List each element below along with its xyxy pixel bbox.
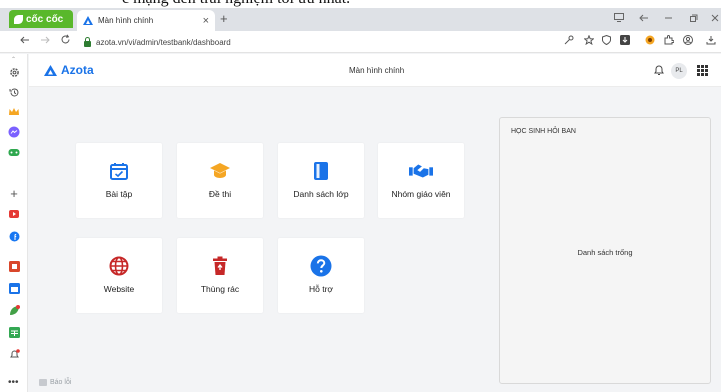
- help-circle-icon: [309, 254, 333, 278]
- report-flag-icon: [39, 379, 47, 386]
- profile-icon[interactable]: [683, 35, 693, 48]
- leaf-app-icon[interactable]: [8, 304, 20, 316]
- browser-sidebar: ⌃ +: [0, 54, 28, 392]
- tile-label: Hỗ trợ: [309, 284, 333, 294]
- screen: c mạng đến trải nghiệm tối ưu nhất. cốc …: [0, 0, 721, 392]
- back-button[interactable]: [20, 34, 30, 48]
- tile-thung-rac[interactable]: Thùng rác: [177, 238, 263, 313]
- brand-label: cốc cốc: [26, 13, 64, 25]
- settings-gear-icon[interactable]: [8, 66, 20, 78]
- empty-list-text: Danh sách trống: [577, 248, 633, 257]
- lock-icon: [84, 36, 91, 47]
- tile-label: Đề thi: [208, 189, 232, 199]
- calendar-check-icon: [107, 159, 131, 183]
- tab-search-icon[interactable]: [614, 13, 624, 25]
- tile-label: Website: [103, 284, 135, 294]
- office-app-icon[interactable]: [8, 260, 20, 272]
- page-caption: c mạng đến trải nghiệm tối ưu nhất.: [0, 0, 721, 8]
- calendar-app-icon[interactable]: [8, 282, 20, 294]
- book-icon: [309, 159, 333, 183]
- facebook-icon[interactable]: [8, 230, 20, 242]
- logo-text: Azota: [61, 63, 94, 77]
- tile-de-thi[interactable]: Đề thi: [177, 143, 263, 218]
- avatar[interactable]: PL: [671, 63, 687, 79]
- key-icon[interactable]: [564, 35, 574, 48]
- tab-title: Màn hình chính: [98, 16, 154, 25]
- puzzle-extensions-icon[interactable]: [664, 35, 675, 48]
- tile-ho-tro[interactable]: Hỗ trợ: [278, 238, 364, 313]
- back-arrow-icon[interactable]: [639, 13, 649, 25]
- azota-favicon-icon: [83, 16, 93, 25]
- close-window-icon[interactable]: [711, 13, 719, 25]
- tab-close-icon[interactable]: ×: [203, 15, 209, 27]
- azota-logo-icon: [44, 64, 57, 76]
- url-text: azota.vn/vi/admin/testbank/dashboard: [96, 38, 231, 47]
- downloads-tray-icon[interactable]: [706, 35, 716, 48]
- history-icon[interactable]: [8, 86, 20, 98]
- coccoc-logo-icon: [14, 14, 23, 24]
- sidebar-more-icon[interactable]: •••: [8, 377, 19, 388]
- app-header: Azota Màn hình chính PL: [29, 54, 721, 87]
- url-field[interactable]: azota.vn/vi/admin/testbank/dashboard: [84, 36, 231, 47]
- caption-text: c mạng đến trải nghiệm tối ưu nhất.: [122, 0, 350, 8]
- header-bell-icon[interactable]: [654, 63, 664, 81]
- crown-icon[interactable]: [8, 106, 20, 118]
- handshake-icon: [409, 159, 433, 183]
- browser-tab-active[interactable]: Màn hình chính ×: [77, 10, 215, 31]
- student-questions-panel: HỌC SINH HỎI BAN Danh sách trống: [499, 117, 711, 384]
- bookmark-star-icon[interactable]: [583, 34, 595, 48]
- tile-label: Thùng rác: [200, 284, 240, 294]
- tile-label: Danh sách lớp: [293, 189, 349, 199]
- reload-button[interactable]: [60, 34, 71, 48]
- extension-circle-icon[interactable]: [645, 35, 655, 48]
- globe-icon: [107, 254, 131, 278]
- minimize-icon[interactable]: [664, 13, 673, 25]
- page-title: Màn hình chính: [349, 66, 405, 75]
- azota-logo[interactable]: Azota: [44, 63, 94, 77]
- add-sidebar-item-icon[interactable]: +: [8, 186, 20, 201]
- sheets-app-icon[interactable]: [8, 326, 20, 338]
- restore-icon[interactable]: [689, 13, 698, 25]
- trash-icon: [208, 254, 232, 278]
- tile-label: Nhóm giáo viên: [391, 189, 451, 199]
- sidebar-collapse-icon[interactable]: ⌃: [11, 56, 16, 63]
- download-icon[interactable]: [620, 35, 630, 48]
- tile-label: Bài tập: [105, 189, 133, 199]
- gamepad-icon[interactable]: [8, 146, 20, 158]
- notification-bell-icon[interactable]: [8, 348, 20, 360]
- report-label: Báo lỗi: [50, 379, 72, 386]
- youtube-icon[interactable]: [8, 208, 20, 220]
- messenger-icon[interactable]: [8, 126, 20, 138]
- panel-heading: HỌC SINH HỎI BAN: [511, 128, 576, 135]
- report-bug-button[interactable]: Báo lỗi: [39, 379, 71, 386]
- new-tab-button[interactable]: +: [220, 11, 228, 26]
- apps-grid-icon[interactable]: [697, 65, 708, 76]
- shield-icon[interactable]: [602, 34, 611, 48]
- tile-danh-sach-lop[interactable]: Danh sách lớp: [278, 143, 364, 218]
- coccoc-brand-button[interactable]: cốc cốc: [9, 10, 73, 28]
- graduation-cap-icon: [208, 159, 232, 183]
- tile-bai-tap[interactable]: Bài tập: [76, 143, 162, 218]
- forward-button[interactable]: [40, 34, 50, 48]
- tile-website[interactable]: Website: [76, 238, 162, 313]
- tile-nhom-giao-vien[interactable]: Nhóm giáo viên: [378, 143, 464, 218]
